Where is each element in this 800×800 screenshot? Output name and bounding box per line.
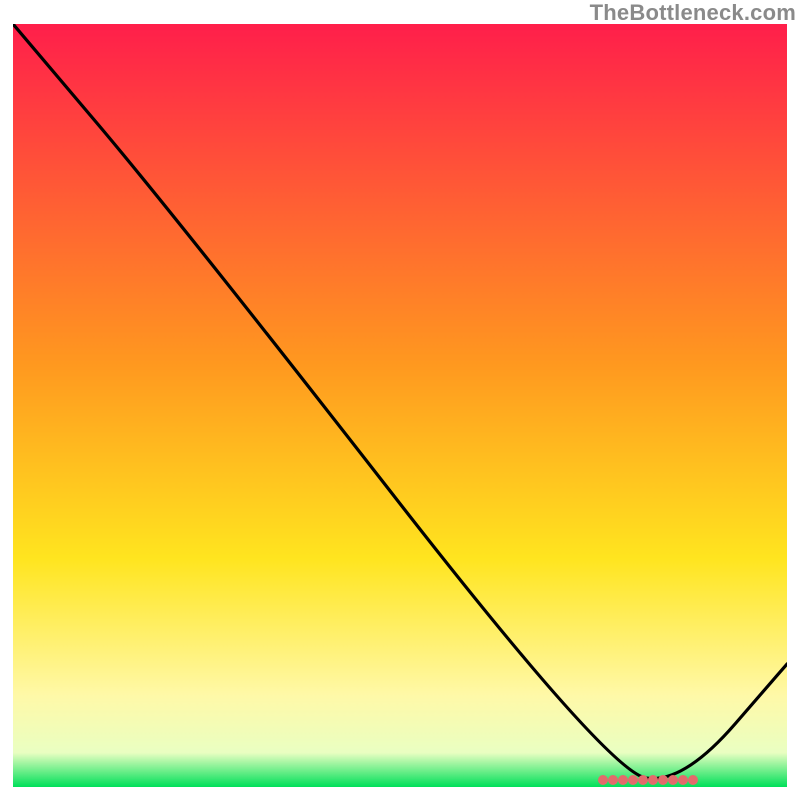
optimal-zone-dot — [678, 775, 688, 785]
optimal-zone-dot — [648, 775, 658, 785]
optimal-zone-dot — [638, 775, 648, 785]
optimal-zone-dot — [598, 775, 608, 785]
optimal-zone-dot — [668, 775, 678, 785]
optimal-zone-dot — [618, 775, 628, 785]
optimal-zone-dot — [608, 775, 618, 785]
bottleneck-curve — [13, 24, 787, 779]
optimal-zone-dot — [658, 775, 668, 785]
chart-container: TheBottleneck.com — [0, 0, 800, 800]
optimal-zone-dot — [688, 775, 698, 785]
plot-area — [13, 24, 787, 787]
optimal-zone-dot — [628, 775, 638, 785]
curve-and-marker-layer — [13, 24, 787, 787]
watermark-label: TheBottleneck.com — [590, 0, 796, 26]
optimal-zone-marker — [598, 775, 698, 785]
